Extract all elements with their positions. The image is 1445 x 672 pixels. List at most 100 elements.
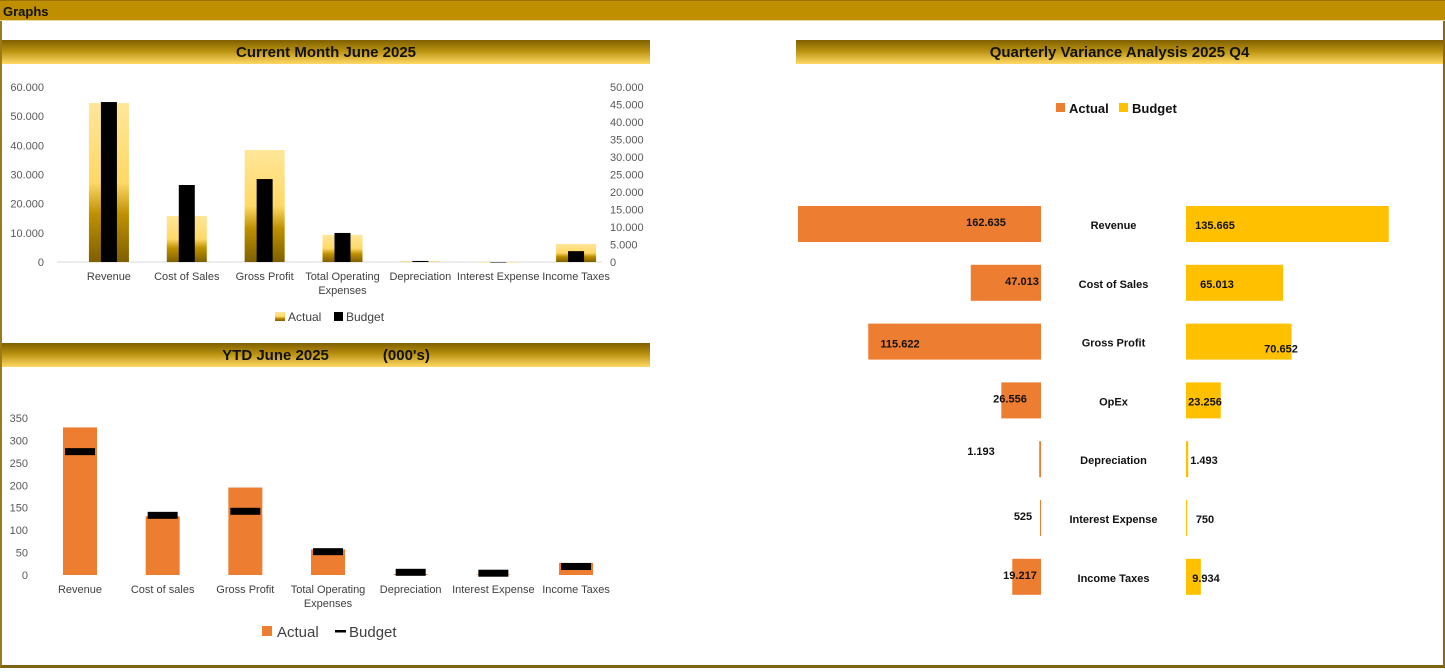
budget-bar [256,179,273,262]
actual-bar [145,516,180,575]
quarterly-title-band: Quarterly Variance Analysis 2025 Q4 [796,40,1443,64]
category-label: Gross Profit [216,584,274,596]
budget-marker [147,511,178,519]
budget-bar [1186,441,1189,478]
category-label: Depreciation [389,271,451,283]
legend-budget-label: Budget [346,310,385,324]
legend-actual-label: Actual [1069,101,1109,116]
budget-bar [568,251,585,262]
actual-bar [228,487,263,575]
y-tick-label: 50 [16,548,28,560]
category-label: Total Operating [291,584,366,596]
budget-value-label: 135.665 [1195,220,1235,232]
y-right-tick-label: 25.000 [610,170,644,182]
category-label: Income Taxes [542,584,610,596]
y-tick-label: 350 [10,413,28,425]
y-left-tick-label: 30.000 [10,170,44,182]
category-label: Revenue [1091,220,1137,232]
budget-marker [65,448,95,456]
ytd-chart: 0 50 100 150 200 250 300 350 Revenue Cost of sale… [10,413,611,641]
budget-value-label: 9.934 [1192,573,1220,585]
category-label: Revenue [87,271,131,283]
budget-marker [561,562,592,570]
budget-value-label: 750 [1196,514,1214,526]
legend-actual-label: Actual [288,310,321,324]
actual-value-label: 525 [1014,511,1032,523]
y-left-tick-label: 40.000 [10,140,44,152]
y-right-tick-label: 15.000 [610,205,644,217]
current-month-chart: 0 10.000 20.000 30.000 40.000 50.000 60.000 0 5.… [10,82,644,324]
budget-marker [478,569,509,577]
category-label: Interest Expense [1069,514,1157,526]
category-label: Cost of Sales [154,271,220,283]
y-left-tick-label: 10.000 [10,228,44,240]
category-label: Interest Expense [457,271,540,283]
budget-value-label: 1.493 [1190,455,1218,467]
y-right-tick-label: 30.000 [610,152,644,164]
category-label: Income Taxes [542,271,610,283]
category-label: Depreciation [1080,455,1147,467]
budget-bar [1186,500,1188,536]
category-label: Total Operating [305,271,380,283]
budget-value-label: 70.652 [1264,344,1298,356]
y-tick-label: 250 [10,458,28,470]
actual-bar [1040,500,1041,536]
category-label: Revenue [58,584,102,596]
current-month-title-band: Current Month June 2025 [2,40,650,64]
y-right-tick-label: 50.000 [610,82,644,94]
legend-budget-swatch [1119,103,1128,112]
y-tick-label: 0 [22,570,28,582]
legend-actual-swatch [262,626,272,636]
y-tick-label: 300 [10,435,28,447]
y-tick-label: 150 [10,503,28,515]
actual-bar [1039,441,1041,478]
category-label: Cost of sales [131,584,195,596]
budget-bar [100,102,117,262]
y-right-tick-label: 10.000 [610,222,644,234]
category-label: Interest Expense [452,584,535,596]
ytd-subtitle: (000's) [382,347,430,364]
ytd-title: YTD June 2025 [222,347,329,364]
legend-budget-label: Budget [349,624,397,641]
quarterly-title: Quarterly Variance Analysis 2025 Q4 [989,44,1250,61]
actual-value-label: 47.013 [1005,276,1039,288]
graphs-title: Graphs [3,4,49,19]
legend-budget-swatch [335,630,346,633]
graphs-header-bar: Graphs [0,0,1445,21]
y-left-tick-label: 0 [38,257,44,269]
legend-actual-swatch [1056,103,1065,112]
quarterly-chart: Actual Budget Revenue 162.635 135.665 Cost of… [798,101,1389,595]
y-right-tick-label: 0 [610,257,616,269]
budget-value-label: 65.013 [1200,279,1234,291]
legend-actual-label: Actual [277,624,319,641]
category-label: Expenses [304,598,353,610]
budget-marker [313,548,344,556]
category-label: Depreciation [380,584,442,596]
y-right-tick-label: 40.000 [610,117,644,129]
category-label: OpEx [1099,396,1129,408]
budget-bar [178,185,195,262]
category-label: Gross Profit [1082,338,1146,350]
y-right-tick-label: 35.000 [610,135,644,147]
y-tick-label: 200 [10,480,28,492]
current-month-title: Current Month June 2025 [235,44,417,61]
actual-value-label: 19.217 [1003,570,1037,582]
actual-value-label: 1.193 [967,446,995,458]
budget-bar [490,262,507,263]
category-label: Expenses [318,285,367,297]
y-right-tick-label: 20.000 [610,187,644,199]
actual-value-label: 26.556 [993,393,1027,405]
y-right-tick-label: 45.000 [610,100,644,112]
budget-marker [395,568,426,576]
budget-bar [412,260,429,262]
budget-marker [230,507,261,515]
legend-actual-swatch [275,312,285,321]
legend-budget-label: Budget [1132,101,1177,116]
y-right-tick-label: 5.000 [610,240,638,252]
ytd-title-band: YTD June 2025 (000's) [2,343,650,367]
legend-budget-swatch [334,312,343,321]
category-label: Gross Profit [236,271,294,283]
y-left-tick-label: 60.000 [10,82,44,94]
actual-value-label: 162.635 [966,217,1006,229]
y-left-tick-label: 20.000 [10,199,44,211]
